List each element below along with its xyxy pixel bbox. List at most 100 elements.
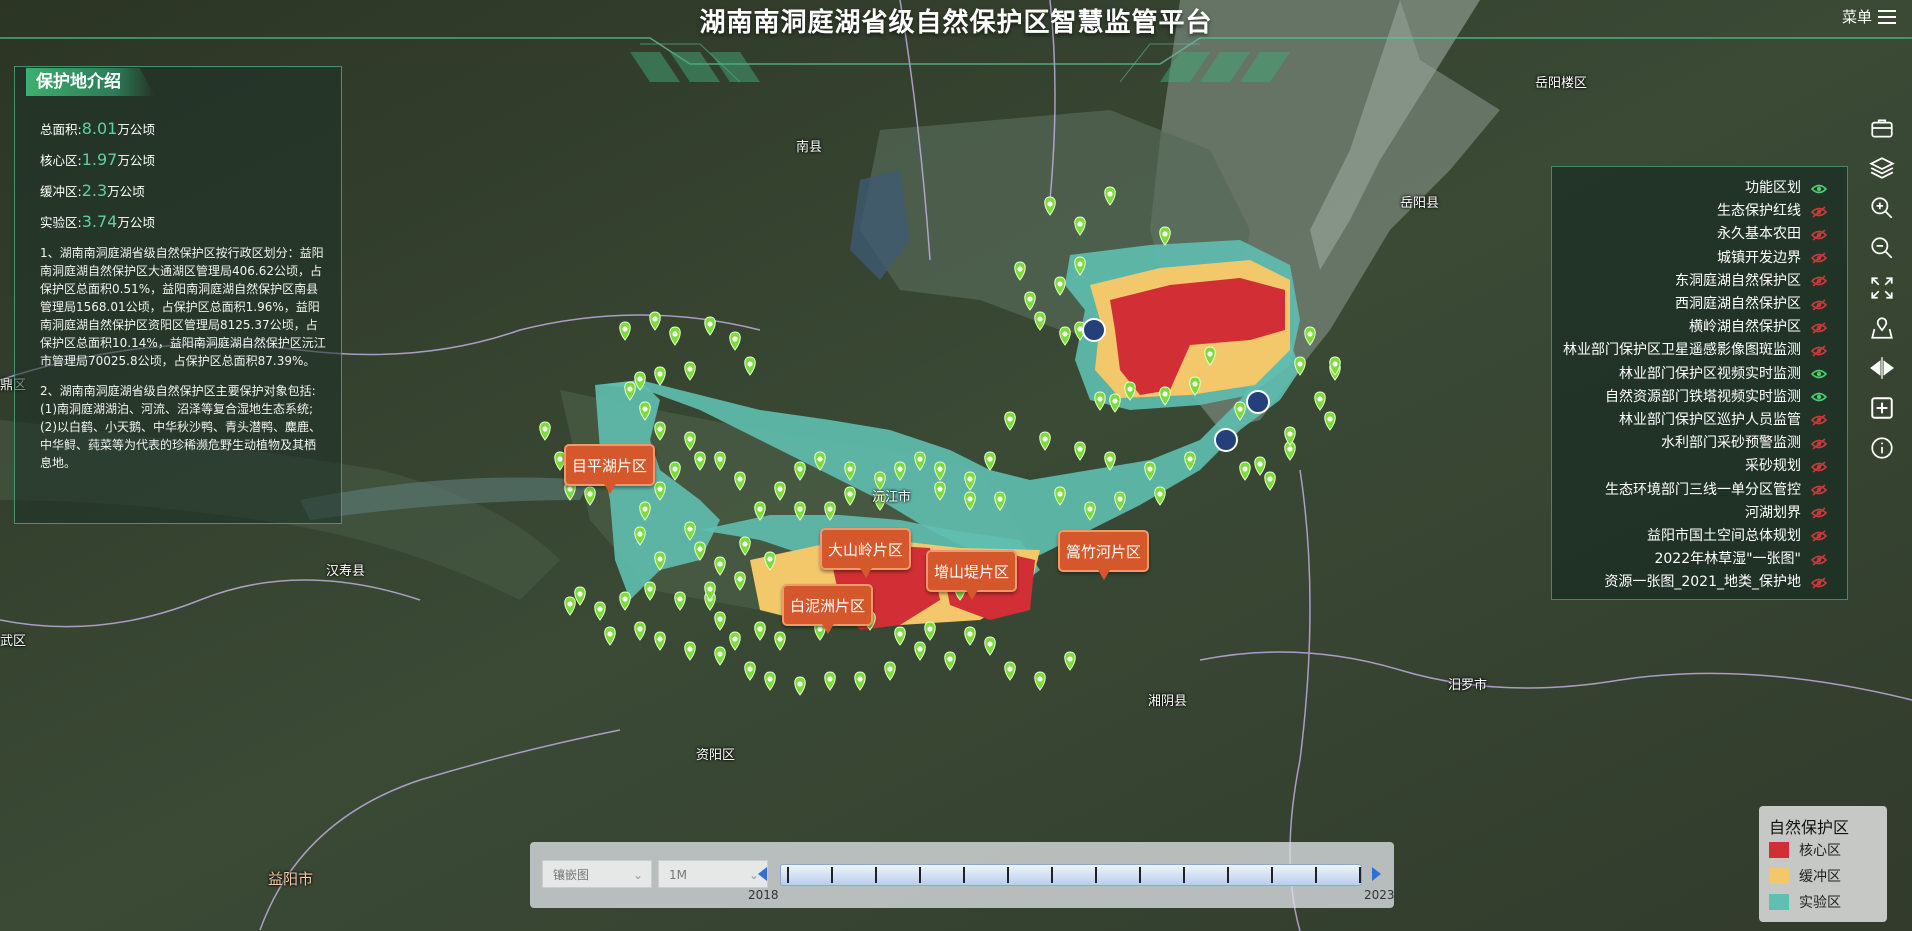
menu-label: 菜单 <box>1841 8 1872 26</box>
stat-experimental-area: 实验区:3.74万公顷 <box>40 212 155 231</box>
place-label-ziyang: 资阳区 <box>696 748 736 763</box>
timeline-end-year: 2023 <box>1364 888 1395 902</box>
layer-label: 采砂规划 <box>1745 458 1801 475</box>
intro-paragraph-1: 1、湖南南洞庭湖省级自然保护区按行政区划分：益阳南洞庭湖自然保护区大通湖区管理局… <box>40 246 326 368</box>
fullscreen-icon[interactable] <box>1864 268 1900 308</box>
layer-item[interactable]: 林业部门保护区视频实时监测 <box>1563 363 1827 386</box>
info-icon[interactable] <box>1864 428 1900 468</box>
eye-off-icon[interactable] <box>1811 229 1827 241</box>
zone-label-bainizhou[interactable]: 白泥洲片区 <box>782 584 874 634</box>
intro-tab[interactable]: 保护地介绍 <box>26 68 155 96</box>
layer-label: 林业部门保护区巡护人员监管 <box>1619 411 1801 428</box>
place-label-wu: 武区 <box>0 634 27 649</box>
basemap-select[interactable]: 镶嵌图 ⌄ <box>542 860 652 888</box>
layer-label: 河湖划界 <box>1745 504 1801 521</box>
stat-core-area: 核心区:1.97万公顷 <box>40 150 155 169</box>
legend-item-experimental: 实验区 <box>1769 892 1841 912</box>
layer-item[interactable]: 益阳市国土空间总体规划 <box>1563 525 1827 548</box>
layer-label: 林业部门保护区视频实时监测 <box>1619 365 1801 382</box>
layer-label: 功能区划 <box>1745 180 1801 197</box>
timeline-tick <box>1359 867 1361 883</box>
layer-item[interactable]: 生态环境部门三线一单分区管控 <box>1563 478 1827 501</box>
eye-icon[interactable] <box>1811 368 1827 380</box>
map-toolbar <box>1864 108 1900 468</box>
stat-total-area: 总面积:8.01万公顷 <box>40 119 155 138</box>
menu-button[interactable]: 菜单 <box>1842 6 1896 27</box>
eye-off-icon[interactable] <box>1811 438 1827 450</box>
layer-item[interactable]: 自然资源部门铁塔视频实时监测 <box>1563 386 1827 409</box>
layer-item[interactable]: 横岭湖自然保护区 <box>1563 316 1827 339</box>
timeline-next-icon[interactable] <box>1372 867 1381 881</box>
scale-select[interactable]: 1M ⌄ <box>658 860 768 888</box>
eye-off-icon[interactable] <box>1811 414 1827 427</box>
place-label-miluo: 汨罗市 <box>1448 678 1488 693</box>
layer-item[interactable]: 永久基本农田 <box>1563 223 1827 246</box>
eye-off-icon[interactable] <box>1811 252 1827 264</box>
eye-off-icon[interactable] <box>1811 298 1827 311</box>
eye-off-icon[interactable] <box>1811 577 1827 589</box>
eye-off-icon[interactable] <box>1811 322 1827 334</box>
eye-icon[interactable] <box>1811 391 1827 403</box>
zone-label-mupinghu[interactable]: 目平湖片区 <box>564 444 656 494</box>
layer-item[interactable]: 资源一张图_2021_地类_保护地 <box>1563 571 1827 594</box>
eye-off-icon[interactable] <box>1811 345 1827 357</box>
layer-label: 西洞庭湖自然保护区 <box>1675 296 1801 313</box>
eye-off-icon[interactable] <box>1811 553 1827 566</box>
timeline-tick <box>1051 867 1053 883</box>
timeline-tick <box>1139 867 1141 883</box>
eye-off-icon[interactable] <box>1811 484 1827 496</box>
eye-off-icon[interactable] <box>1811 206 1827 218</box>
timeline-bar: 镶嵌图 ⌄ 1M ⌄ 2018 2023 <box>530 842 1395 908</box>
zone-label-gaozhuhe[interactable]: 篙竹河片区 <box>1058 530 1150 580</box>
timeline-tick <box>831 867 833 883</box>
zone-label-zengshandi[interactable]: 增山堤片区 <box>926 550 1018 600</box>
legend-swatch-experimental <box>1769 894 1789 910</box>
layer-item[interactable]: 水利部门采砂预警监测 <box>1563 432 1827 455</box>
toolbox-icon[interactable] <box>1864 108 1900 148</box>
timeline-track[interactable] <box>780 864 1362 886</box>
eye-off-icon[interactable] <box>1811 461 1827 473</box>
timeline-tick <box>787 867 789 883</box>
legend-swatch-buffer <box>1769 868 1789 884</box>
timeline-tick <box>919 867 921 883</box>
timeline-tick <box>1007 867 1009 883</box>
legend-title: 自然保护区 <box>1769 818 1850 837</box>
layer-item[interactable]: 林业部门保护区巡护人员监管 <box>1563 409 1827 432</box>
layer-panel: 功能区划生态保护红线永久基本农田城镇开发边界东洞庭湖自然保护区西洞庭湖自然保护区… <box>1551 166 1848 600</box>
layer-item[interactable]: 采砂规划 <box>1563 455 1827 478</box>
layer-item[interactable]: 城镇开发边界 <box>1563 247 1827 270</box>
legend-item-buffer: 缓冲区 <box>1769 866 1841 886</box>
intro-paragraph-2: 2、湖南南洞庭湖省级自然保护区主要保护对象包括: (1)南洞庭湖湖泊、河流、沼泽… <box>40 384 322 470</box>
layer-label: 城镇开发边界 <box>1717 249 1801 266</box>
zoom-out-icon[interactable] <box>1864 228 1900 268</box>
layer-label: 生态保护红线 <box>1717 203 1801 220</box>
layer-item[interactable]: 河湖划界 <box>1563 502 1827 525</box>
eye-off-icon[interactable] <box>1811 507 1827 519</box>
split-compare-icon[interactable] <box>1864 348 1900 388</box>
eye-icon[interactable] <box>1811 183 1827 195</box>
layer-item[interactable]: 东洞庭湖自然保护区 <box>1563 270 1827 293</box>
layer-item[interactable]: 功能区划 <box>1563 177 1827 200</box>
layer-item[interactable]: 西洞庭湖自然保护区 <box>1563 293 1827 316</box>
timeline-start-year: 2018 <box>748 888 779 902</box>
zone-label-dashanling[interactable]: 大山岭片区 <box>820 528 912 578</box>
layer-item[interactable]: 2022年林草湿"一张图" <box>1563 548 1827 571</box>
add-icon[interactable] <box>1864 388 1900 428</box>
timeline-tick <box>1183 867 1185 883</box>
timeline-prev-icon[interactable] <box>758 867 767 881</box>
eye-off-icon[interactable] <box>1811 530 1827 543</box>
eye-off-icon[interactable] <box>1811 275 1827 287</box>
timeline-tick <box>1271 867 1273 883</box>
layer-item[interactable]: 林业部门保护区卫星遥感影像图斑监测 <box>1563 339 1827 362</box>
layer-label: 横岭湖自然保护区 <box>1689 319 1801 336</box>
timeline-tick <box>963 867 965 883</box>
layers-icon[interactable] <box>1864 148 1900 188</box>
zoom-in-icon[interactable] <box>1864 188 1900 228</box>
timeline-tick <box>1315 867 1317 883</box>
place-label-yueyangxian: 岳阳县 <box>1400 196 1440 211</box>
hamburger-icon <box>1878 9 1896 24</box>
layer-item[interactable]: 生态保护红线 <box>1563 200 1827 223</box>
layer-label: 水利部门采砂预警监测 <box>1661 435 1801 452</box>
layer-label: 林业部门保护区卫星遥感影像图斑监测 <box>1563 342 1801 359</box>
locate-icon[interactable] <box>1864 308 1900 348</box>
